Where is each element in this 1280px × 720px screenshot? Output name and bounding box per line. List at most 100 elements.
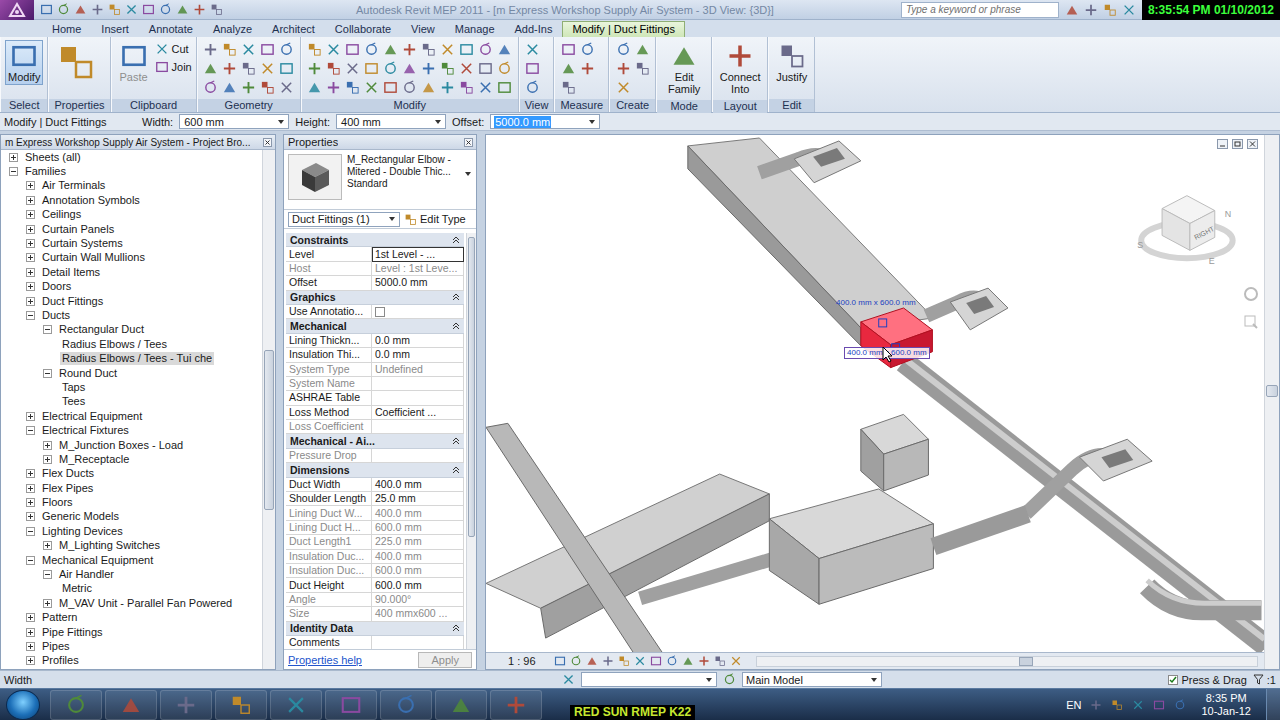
ribbon-tab[interactable]: Modify | Duct Fittings [562, 21, 685, 37]
collapse-icon[interactable] [452, 293, 460, 301]
tree-toggle-icon[interactable] [9, 167, 18, 176]
tree-toggle-icon[interactable] [26, 512, 35, 521]
view-cube[interactable]: RIGHTSNE [1137, 196, 1232, 267]
tree-toggle-icon[interactable] [26, 613, 35, 622]
ribbon-small-button[interactable]: Join [155, 58, 192, 75]
tray-clock[interactable]: 8:35 PM10-Jan-12 [1195, 692, 1257, 718]
tree-item[interactable]: M_Lighting Switches [1, 539, 262, 553]
tree-toggle-icon[interactable] [26, 642, 35, 651]
property-row[interactable]: ASHRAE Table [286, 391, 464, 405]
tree-item[interactable]: Radius Elbows / Tees [1, 337, 262, 351]
tree-item[interactable]: Ducts [1, 308, 262, 322]
tree-item[interactable]: Generic Models [1, 510, 262, 524]
taskbar-app[interactable] [105, 690, 157, 720]
scrollbar[interactable] [262, 150, 275, 669]
air-terminal[interactable] [794, 141, 861, 183]
collapse-icon[interactable] [452, 322, 460, 330]
ribbon-button[interactable]: Paste [116, 40, 152, 85]
tree-toggle-icon[interactable] [43, 570, 52, 579]
property-row[interactable]: Shoulder Length25.0 mm [286, 492, 464, 506]
taskbar-app[interactable] [490, 690, 542, 720]
property-row[interactable]: System Name [286, 377, 464, 391]
tree-item[interactable]: Sheets (all) [1, 150, 262, 164]
tree-toggle-icon[interactable] [26, 239, 35, 248]
property-row[interactable]: Lining Thickn...0.0 mm [286, 334, 464, 348]
tree-item[interactable]: M_Junction Boxes - Load [1, 438, 262, 452]
taskbar-app[interactable] [380, 690, 432, 720]
horizontal-scrollbar[interactable] [756, 656, 1258, 667]
model-3d-view[interactable]: RIGHTSNE [486, 135, 1264, 652]
tree-toggle-icon[interactable] [26, 628, 35, 637]
option-field[interactable]: 400 mm [336, 114, 446, 129]
ribbon-tab[interactable]: Home [42, 21, 91, 37]
window-control-icon[interactable] [1232, 139, 1243, 149]
option-field[interactable]: 600 mm [179, 114, 289, 129]
taskbar-app[interactable] [160, 690, 212, 720]
tree-toggle-icon[interactable] [26, 426, 35, 435]
tree-toggle-icon[interactable] [26, 656, 35, 665]
tree-item[interactable]: Lighting Devices [1, 524, 262, 538]
tree-toggle-icon[interactable] [43, 455, 52, 464]
view-canvas[interactable]: RIGHTSNE400.0 mm x 600.0 mm400.0 mm x 60… [486, 135, 1264, 652]
tree-toggle-icon[interactable] [9, 153, 18, 162]
property-row[interactable]: Insulation Thi...0.0 mm [286, 348, 464, 362]
checkbox[interactable] [375, 307, 385, 317]
tree-toggle-icon[interactable] [26, 412, 35, 421]
ribbon-button[interactable]: Edit Family [661, 40, 707, 97]
air-terminal[interactable] [1080, 439, 1153, 481]
tree-toggle-icon[interactable] [26, 225, 35, 234]
grip-icon[interactable] [879, 319, 887, 327]
tree-item[interactable]: Curtain Systems [1, 236, 262, 250]
property-row[interactable]: Duct Length1225.0 mm [286, 535, 464, 549]
property-row[interactable]: Use Annotatio... [286, 305, 464, 319]
scrollbar[interactable] [466, 233, 476, 649]
steering-wheel-icon[interactable] [1244, 287, 1258, 301]
ribbon-button[interactable]: Justify [773, 40, 810, 85]
property-row[interactable]: Lining Duct H...600.0 mm [286, 521, 464, 535]
property-row[interactable]: Lining Duct W...400.0 mm [286, 506, 464, 520]
taskbar-app[interactable] [435, 690, 487, 720]
property-group[interactable]: Mechanical [286, 319, 464, 333]
tree-item[interactable]: Rectangular Duct [1, 323, 262, 337]
ribbon-tab[interactable]: View [401, 21, 445, 37]
air-terminal[interactable] [950, 288, 1008, 330]
tree-toggle-icon[interactable] [26, 196, 35, 205]
instance-filter[interactable]: Duct Fittings (1) [288, 212, 400, 227]
tree-item[interactable]: Profiles [1, 654, 262, 668]
tree-item[interactable]: Flex Pipes [1, 481, 262, 495]
tree-item[interactable]: Detail Items [1, 265, 262, 279]
language-indicator[interactable]: EN [1066, 699, 1081, 711]
properties-button[interactable] [53, 40, 99, 84]
window-control-icon[interactable] [1247, 139, 1258, 149]
tree-item[interactable]: Metric [1, 582, 262, 596]
tree-toggle-icon[interactable] [43, 541, 52, 550]
ribbon-small-button[interactable]: Cut [155, 40, 192, 57]
option-field[interactable]: 5000.0 mm [490, 114, 600, 129]
property-group[interactable]: Mechanical - Ai... [286, 434, 464, 448]
tree-item[interactable]: Flex Ducts [1, 467, 262, 481]
tree-item[interactable]: Floors [1, 495, 262, 509]
edit-type-button[interactable]: Edit Type [404, 213, 466, 226]
ribbon-tab[interactable]: Add-Ins [505, 21, 563, 37]
properties-help-link[interactable]: Properties help [288, 654, 362, 666]
taskbar-app[interactable] [270, 690, 322, 720]
dimension-label[interactable]: 400.0 mm x 600.0 mm [833, 297, 919, 309]
tree-item[interactable]: Duct Fittings [1, 294, 262, 308]
tree-item[interactable]: Electrical Fixtures [1, 423, 262, 437]
selection-filter[interactable]: :1 [1253, 674, 1276, 686]
tree-item[interactable]: Ceilings [1, 208, 262, 222]
property-row[interactable]: HostLevel : 1st Leve... [286, 262, 464, 276]
tree-toggle-icon[interactable] [26, 268, 35, 277]
tree-item[interactable]: Curtain Wall Mullions [1, 251, 262, 265]
press-drag-toggle[interactable]: Press & Drag [1168, 674, 1246, 686]
tree-item[interactable]: Pipe Fittings [1, 625, 262, 639]
property-group[interactable]: Constraints [286, 233, 464, 247]
tree-toggle-icon[interactable] [26, 282, 35, 291]
ribbon-tab[interactable]: Annotate [139, 21, 203, 37]
property-row[interactable]: System TypeUndefined [286, 363, 464, 377]
property-row[interactable]: Loss Coefficient [286, 420, 464, 434]
tree-toggle-icon[interactable] [43, 369, 52, 378]
tree-toggle-icon[interactable] [26, 527, 35, 536]
close-icon[interactable] [263, 138, 272, 147]
tree-toggle-icon[interactable] [26, 311, 35, 320]
